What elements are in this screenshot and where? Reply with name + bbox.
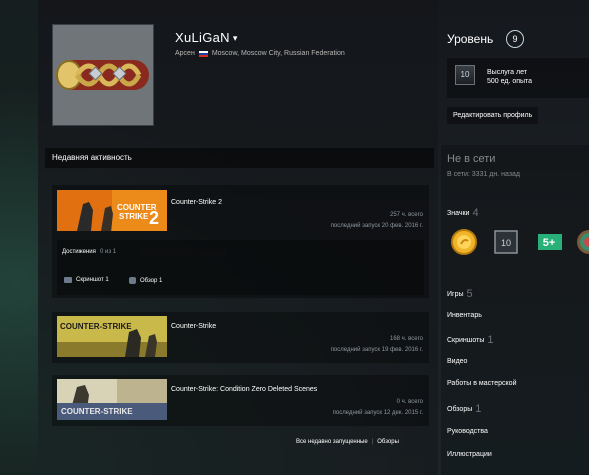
avatar[interactable] xyxy=(52,24,154,126)
sidebar-link-label: Инвентарь xyxy=(447,312,482,319)
level-label: Уровень xyxy=(447,32,494,46)
real-name-row: Арсен Moscow, Moscow City, Russian Feder… xyxy=(175,50,345,57)
last-online: В сети: 3331 дн. назад xyxy=(447,171,521,178)
review-link[interactable]: Обзор 1 xyxy=(129,277,162,284)
game-hours-cs2: 257 ч. всего xyxy=(390,212,423,218)
game-last-played-cs2: последний запуск 20 фев. 2016 г. xyxy=(330,223,423,229)
world-badge-icon[interactable] xyxy=(576,229,589,255)
achievements-count: 0 из 1 xyxy=(100,249,117,255)
persona-name[interactable]: XuLiGaN ▾ xyxy=(175,30,238,45)
chevron-down-icon[interactable]: ▾ xyxy=(233,33,238,43)
thumbs-up-icon xyxy=(129,277,136,284)
sidebar-link-label: Работы в мастерской xyxy=(447,380,517,387)
reviews-footer-link[interactable]: Обзоры xyxy=(377,439,399,445)
footer-separator: | xyxy=(371,439,374,445)
persona-name-text: XuLiGaN xyxy=(175,30,230,45)
sidebar-link-label: Игры xyxy=(447,291,464,298)
game-capsule-czds[interactable]: COUNTER-STRIKE xyxy=(57,379,167,420)
game-last-played-czds: последний запуск 12 дек. 2015 г. xyxy=(332,410,423,416)
badges-count: 4 xyxy=(472,207,479,219)
game-capsule-cs2[interactable]: COUNTER STRIKE 2 xyxy=(57,190,167,231)
sidebar-link-3[interactable]: Видео xyxy=(447,358,467,365)
edit-profile-button[interactable]: Редактировать профиль xyxy=(447,107,539,124)
xp-badge-title: Выслуга лет xyxy=(487,69,527,76)
camera-icon xyxy=(64,277,72,283)
badges-link[interactable]: Значки 4 xyxy=(447,207,479,219)
status-panel xyxy=(441,145,589,475)
five-plus-badge-icon[interactable]: 5+ xyxy=(537,229,563,255)
sidebar-link-count: 5 xyxy=(466,288,473,300)
game-title-czds[interactable]: Counter-Strike: Condition Zero Deleted S… xyxy=(171,386,317,393)
counter-strike-logo-lettering: COUNTER-STRIKE xyxy=(60,322,132,331)
recent-activity-footer: Все недавно запущенные | Обзоры xyxy=(296,439,399,445)
sidebar-link-label: Иллюстрации xyxy=(447,451,492,458)
review-label: Обзор 1 xyxy=(140,277,163,284)
all-recent-games-link[interactable]: Все недавно запущенные xyxy=(296,439,368,445)
counter-strike-logo-image: COUNTER-STRIKE xyxy=(57,316,167,357)
five-plus-badge-text: 5+ xyxy=(543,237,556,249)
badges-label: Значки xyxy=(447,210,470,217)
location: Moscow, Moscow City, Russian Federation xyxy=(211,50,345,57)
svg-text:COUNTER-STRIKE: COUNTER-STRIKE xyxy=(61,407,133,416)
years-service-badge-icon[interactable]: 10 xyxy=(493,229,519,255)
sidebar-link-label: Скриншоты xyxy=(447,337,485,344)
sidebar-link-5[interactable]: Обзоры 1 xyxy=(447,403,481,415)
condition-zero-logo-lettering: COUNTER-STRIKE xyxy=(61,407,133,416)
gold-coin-badge-icon[interactable] xyxy=(451,229,477,255)
sidebar-link-label: Видео xyxy=(447,358,468,365)
background-art-strip xyxy=(0,0,38,475)
sidebar-link-count: 1 xyxy=(487,334,494,346)
sidebar-link-label: Обзоры xyxy=(447,406,473,413)
years-of-service-icon[interactable]: 10 xyxy=(455,65,475,85)
achievements-progress-bar xyxy=(140,249,226,256)
years-badge-number: 10 xyxy=(501,238,511,248)
avatar-epaulette-image xyxy=(53,25,153,125)
svg-text:2: 2 xyxy=(149,208,159,228)
sidebar-link-1[interactable]: Инвентарь xyxy=(447,312,482,319)
sidebar-link-4[interactable]: Работы в мастерской xyxy=(447,380,517,387)
sidebar-link-0[interactable]: Игры 5 xyxy=(447,288,473,300)
svg-text:COUNTER-STRIKE: COUNTER-STRIKE xyxy=(60,322,132,331)
condition-zero-logo-image: COUNTER-STRIKE xyxy=(57,379,167,420)
game-hours-czds: 0 ч. всего xyxy=(396,399,423,405)
screenshot-link[interactable]: Скриншот 1 xyxy=(64,277,109,283)
game-title-cs2[interactable]: Counter-Strike 2 xyxy=(171,199,222,206)
xp-badge-text: Выслуга лет 500 ед. опыта xyxy=(487,68,532,86)
sidebar-link-count: 1 xyxy=(475,403,482,415)
real-name: Арсен xyxy=(175,50,195,57)
online-status: Не в сети xyxy=(447,153,496,165)
recent-activity-title: Недавняя активность xyxy=(52,153,132,162)
counter-strike-2-logo-image: COUNTER STRIKE 2 xyxy=(57,190,167,231)
screenshot-label: Скриншот 1 xyxy=(76,277,109,283)
svg-text:STRIKE: STRIKE xyxy=(119,212,149,221)
sidebar-link-6[interactable]: Руководства xyxy=(447,428,488,435)
achievements-label[interactable]: Достижения xyxy=(62,249,96,255)
sidebar-link-2[interactable]: Скриншоты 1 xyxy=(447,334,494,346)
game-last-played-cs: последний запуск 19 фев. 2016 г. xyxy=(330,347,423,353)
game-hours-cs: 168 ч. всего xyxy=(390,336,423,342)
sidebar-link-7[interactable]: Иллюстрации xyxy=(447,451,492,458)
russia-flag-icon xyxy=(198,50,208,57)
level-badge[interactable]: 9 xyxy=(506,30,524,48)
game-title-cs[interactable]: Counter-Strike xyxy=(171,323,216,330)
game-capsule-cs[interactable]: COUNTER-STRIKE xyxy=(57,316,167,357)
sidebar-link-label: Руководства xyxy=(447,428,488,435)
xp-badge-xp: 500 ед. опыта xyxy=(487,78,533,85)
